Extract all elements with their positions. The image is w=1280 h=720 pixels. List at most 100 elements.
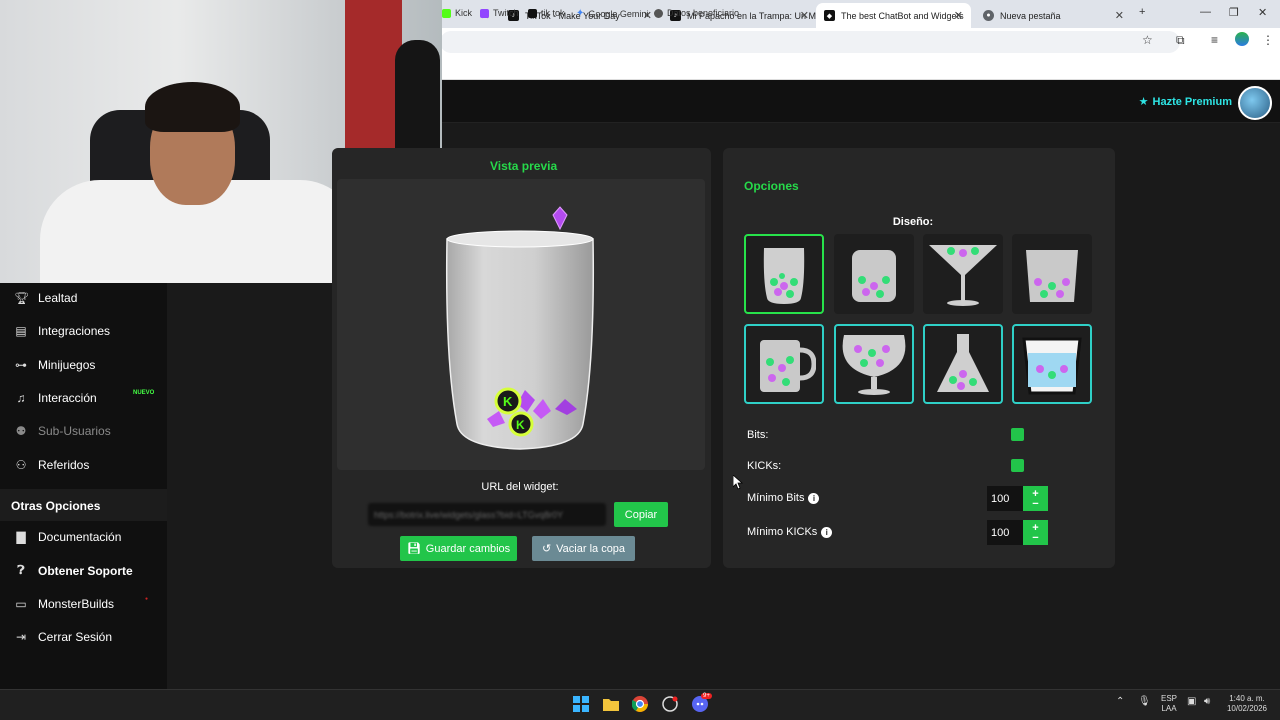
min-bits-label: Mínimo Bits i bbox=[747, 492, 820, 504]
undo-icon: ↺ bbox=[541, 543, 552, 555]
restore-icon[interactable]: ❐ bbox=[1229, 6, 1239, 19]
kicks-checkbox[interactable] bbox=[1011, 459, 1024, 472]
sidebar-item-interaccion[interactable]: ♫ Interacción bbox=[14, 391, 97, 405]
svg-text:K: K bbox=[503, 394, 513, 409]
design-option-bucket[interactable] bbox=[1012, 324, 1092, 404]
widget-url-label: URL del widget: bbox=[481, 481, 559, 493]
minimize-icon[interactable]: — bbox=[1200, 6, 1211, 18]
sidebar-item-integraciones[interactable]: ▤ Integraciones bbox=[14, 324, 110, 338]
music-icon: ♫ bbox=[16, 391, 26, 405]
gamepad-icon: ⊶ bbox=[15, 358, 27, 372]
new-tab-icon[interactable]: + bbox=[1139, 6, 1145, 18]
mouse-cursor-icon bbox=[733, 475, 743, 490]
min-bits-stepper[interactable]: + − bbox=[1023, 486, 1048, 511]
min-bits-input[interactable]: 100 bbox=[987, 486, 1023, 511]
webcam-person-hair bbox=[145, 82, 240, 132]
minus-icon[interactable]: − bbox=[1032, 532, 1038, 543]
design-option-tumbler[interactable] bbox=[1012, 234, 1092, 314]
botrix-icon: ◆ bbox=[824, 10, 835, 21]
widget-url-input[interactable] bbox=[368, 503, 606, 526]
sidebar-item-soporte[interactable]: ❓︎ Obtener Soporte bbox=[14, 563, 132, 578]
sidebar-item-documentacion[interactable]: ▇ Documentación bbox=[14, 530, 121, 544]
bookmark-gemini[interactable]: ✦ Google Gemini bbox=[576, 8, 648, 19]
bookmark-tiktok[interactable]: tik tok bbox=[528, 8, 565, 18]
star-icon[interactable]: ☆ bbox=[1142, 33, 1153, 47]
volume-icon[interactable]: 🔊︎ bbox=[1204, 697, 1210, 707]
language-indicator[interactable]: ESP LAA bbox=[1158, 694, 1180, 714]
sidebar-item-sub-usuarios[interactable]: ⚉ Sub-Usuarios bbox=[14, 424, 111, 438]
section-title: Otras Opciones bbox=[11, 499, 101, 513]
empty-cup-button[interactable]: ↺ Vaciar la copa bbox=[532, 536, 635, 561]
design-option-jar[interactable] bbox=[834, 234, 914, 314]
kicks-label: KICKs: bbox=[747, 460, 782, 472]
bits-checkbox[interactable] bbox=[1011, 428, 1024, 441]
info-icon[interactable]: i bbox=[808, 492, 820, 504]
users-icon: ⚉ bbox=[15, 424, 27, 438]
question-icon: ❓︎ bbox=[17, 563, 25, 577]
mug-design-icon bbox=[760, 340, 816, 392]
media-icon[interactable]: ≡ bbox=[1211, 33, 1218, 47]
windows-start-icon[interactable] bbox=[572, 695, 590, 713]
jar-design-icon bbox=[852, 250, 896, 302]
gemini-icon: ✦ bbox=[576, 8, 585, 19]
browser-tab-chatbot[interactable]: ◆ The best ChatBot and Widgets ✕ bbox=[816, 3, 971, 28]
sidebar-item-lealtad[interactable]: 🏆︎ Lealtad bbox=[14, 291, 77, 305]
extensions-icon[interactable]: ⧉ bbox=[1176, 33, 1185, 48]
microphone-icon[interactable]: 🎙︎ bbox=[1138, 697, 1151, 707]
sidebar-item-referidos[interactable]: ⚇ Referidos bbox=[14, 458, 90, 472]
bookmark-twitch[interactable]: Twitch bbox=[480, 8, 519, 18]
flask-design-icon bbox=[937, 334, 989, 392]
avatar[interactable] bbox=[1238, 86, 1272, 120]
sidebar-item-cerrar-sesion[interactable]: ⇥ Cerrar Sesión bbox=[14, 630, 112, 644]
trophy-icon: 🏆︎ bbox=[14, 291, 30, 305]
min-kicks-stepper[interactable]: + − bbox=[1023, 520, 1048, 545]
plus-icon[interactable]: + bbox=[1032, 522, 1038, 533]
sidebar-item-minijuegos[interactable]: ⊶ Minijuegos bbox=[14, 358, 95, 372]
chrome-icon[interactable] bbox=[631, 695, 649, 713]
kick-icon bbox=[442, 8, 451, 18]
menu-dots-icon[interactable]: ⋮ bbox=[1262, 33, 1274, 47]
star-icon: ★ bbox=[1138, 96, 1149, 108]
bookmark-kick[interactable]: Kick bbox=[442, 8, 472, 18]
integrations-icon: ▤ bbox=[15, 324, 27, 338]
glass-design-icon bbox=[763, 248, 805, 304]
close-tab-icon[interactable]: ✕ bbox=[1115, 9, 1124, 22]
tiktok-icon bbox=[528, 8, 537, 18]
file-explorer-icon[interactable] bbox=[602, 695, 620, 713]
browser-tab-new[interactable]: ● Nueva pestaña ✕ bbox=[975, 3, 1132, 28]
close-tab-icon[interactable]: ✕ bbox=[954, 9, 963, 22]
design-option-martini[interactable] bbox=[923, 234, 1003, 314]
design-option-mug[interactable] bbox=[744, 324, 824, 404]
info-icon[interactable]: i bbox=[821, 526, 833, 538]
referrals-icon: ⚇ bbox=[15, 458, 27, 472]
obs-icon[interactable] bbox=[661, 695, 679, 713]
bits-label: Bits: bbox=[747, 429, 769, 441]
book-icon: ▇ bbox=[16, 530, 26, 544]
save-button[interactable]: 💾︎ Guardar cambios bbox=[400, 536, 517, 561]
design-option-glass[interactable] bbox=[744, 234, 824, 314]
preview-title: Vista previa bbox=[490, 159, 558, 173]
bookmark-datos[interactable]: Datos beneficiario bbox=[654, 8, 739, 18]
clock[interactable]: 1:40 a. m. 10/02/2026 bbox=[1222, 694, 1272, 714]
snifter-design-icon bbox=[842, 335, 906, 395]
gem-icon bbox=[552, 206, 568, 231]
close-window-icon[interactable]: ✕ bbox=[1258, 6, 1267, 19]
design-option-flask[interactable] bbox=[923, 324, 1003, 404]
url-field[interactable] bbox=[440, 31, 1180, 53]
close-tab-icon[interactable]: ✕ bbox=[800, 9, 809, 22]
minus-icon[interactable]: − bbox=[1032, 498, 1038, 509]
copy-button[interactable]: Copiar bbox=[614, 502, 668, 527]
design-label: Diseño: bbox=[892, 216, 934, 228]
new-badge: NUEVO bbox=[133, 390, 155, 396]
min-kicks-label: Mínimo KICKs i bbox=[747, 526, 833, 538]
chevron-up-icon[interactable]: ⌃ bbox=[1116, 697, 1124, 707]
laptop-icon: ▭ bbox=[15, 597, 27, 611]
preview-canvas: K K bbox=[337, 179, 705, 470]
plus-icon[interactable]: + bbox=[1032, 488, 1038, 499]
network-icon[interactable]: ▣ bbox=[1187, 697, 1196, 707]
profile-icon[interactable] bbox=[1235, 32, 1249, 46]
design-option-snifter[interactable] bbox=[834, 324, 914, 404]
premium-link[interactable]: ★ Hazte Premium bbox=[1138, 95, 1232, 109]
min-kicks-input[interactable]: 100 bbox=[987, 520, 1023, 545]
sidebar-item-monsterbuilds[interactable]: ▭ MonsterBuilds bbox=[14, 597, 114, 611]
